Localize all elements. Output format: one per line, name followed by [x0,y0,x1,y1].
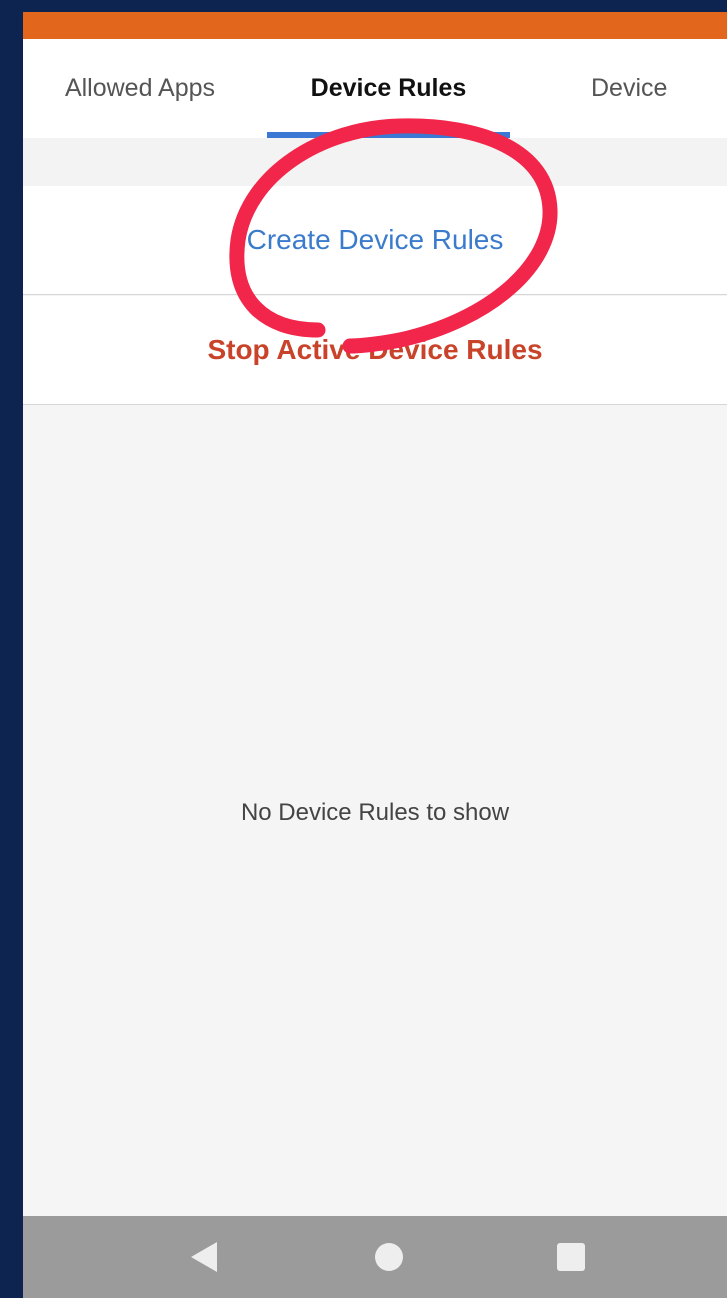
tab-device[interactable]: Device [530,39,727,138]
back-triangle-icon [191,1242,217,1272]
device-frame: Allowed Apps Device Rules Device Create … [0,0,727,1298]
section-spacer [23,138,727,186]
home-button[interactable] [349,1216,429,1298]
recent-apps-button[interactable] [531,1216,611,1298]
app-screen: Allowed Apps Device Rules Device Create … [23,12,727,1298]
stop-active-device-rules-button[interactable]: Stop Active Device Rules [23,296,727,405]
tab-device-rules[interactable]: Device Rules [267,39,510,138]
create-device-rules-label: Create Device Rules [246,224,504,255]
stop-active-device-rules-label: Stop Active Device Rules [207,334,543,365]
tab-allowed-apps[interactable]: Allowed Apps [33,39,247,138]
back-button[interactable] [164,1216,244,1298]
app-header-strip [23,12,727,39]
android-navigation-bar [23,1216,727,1298]
create-device-rules-button[interactable]: Create Device Rules [23,186,727,295]
empty-state-message: No Device Rules to show [240,799,510,826]
tab-bar: Allowed Apps Device Rules Device [23,39,727,139]
home-circle-icon [375,1243,403,1271]
rules-list-empty-area: No Device Rules to show [23,406,727,1216]
recent-square-icon [557,1243,585,1271]
